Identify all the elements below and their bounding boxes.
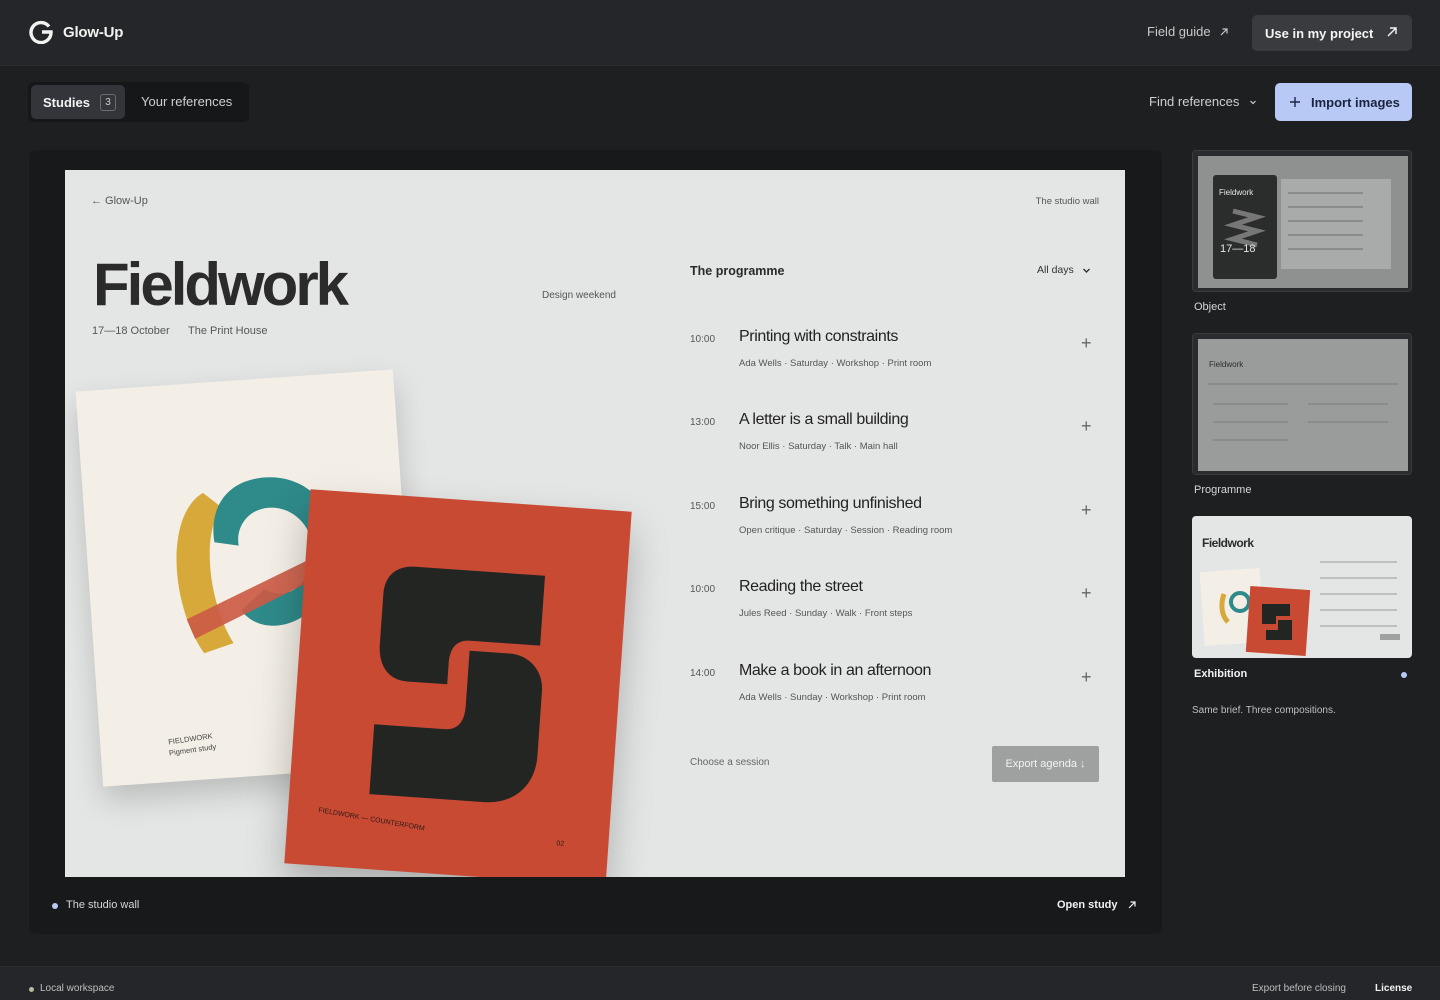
field-guide-label: Field guide — [1147, 24, 1211, 39]
session-time: 10:00 — [690, 584, 716, 595]
session-meta: Noor Ellis · Saturday · Talk · Main hall — [739, 441, 898, 452]
session-row[interactable]: 14:00 Make a book in an afternoon Ada We… — [690, 662, 1100, 724]
choose-session-hint: Choose a session — [690, 757, 770, 768]
external-link-icon — [1387, 27, 1397, 37]
session-row[interactable]: 15:00 Bring something unfinished Open cr… — [690, 495, 1100, 557]
session-meta: Open critique · Saturday · Session · Rea… — [739, 525, 953, 536]
external-link-icon — [1128, 901, 1136, 909]
active-thumbnail-dot — [1401, 672, 1407, 678]
object-thumbnail-image — [1198, 156, 1408, 288]
thumbnail-mini-dates: 17—18 — [1220, 243, 1256, 255]
session-name: Printing with constraints — [739, 328, 898, 345]
add-session-icon[interactable]: + — [1081, 668, 1092, 686]
tab-studies[interactable]: Studies 3 — [31, 85, 125, 119]
session-meta: Ada Wells · Saturday · Workshop · Print … — [739, 358, 932, 369]
import-images-label: Import images — [1311, 94, 1400, 110]
session-meta: Jules Reed · Sunday · Walk · Front steps — [739, 608, 913, 619]
plus-icon — [1290, 97, 1300, 107]
active-study-dot — [52, 903, 58, 909]
external-link-icon — [1220, 27, 1228, 35]
open-study-link[interactable]: Open study — [1057, 899, 1137, 911]
days-filter-dropdown[interactable]: All days — [1037, 264, 1091, 276]
session-time: 14:00 — [690, 668, 716, 679]
session-name: Reading the street — [739, 578, 863, 595]
session-time: 15:00 — [690, 501, 716, 512]
thumbnail-object[interactable]: Fieldwork 17—18 — [1192, 150, 1412, 292]
find-references-label: Find references — [1149, 94, 1240, 109]
thumbnails-caption: Same brief. Three compositions. — [1192, 705, 1336, 716]
thumbnail-exhibition-label: Exhibition — [1194, 668, 1248, 680]
thumbnail-mini-title: Fieldwork — [1209, 360, 1244, 369]
add-session-icon[interactable]: + — [1081, 501, 1092, 519]
session-row[interactable]: 10:00 Printing with constraints Ada Well… — [690, 328, 1100, 390]
license-link[interactable]: License — [1375, 983, 1412, 994]
study-artwork[interactable]: ← Glow-Up The studio wall Fieldwork 17—1… — [65, 170, 1125, 877]
session-time: 10:00 — [690, 334, 716, 345]
view-switcher: Studies 3 Your references — [28, 82, 249, 122]
chevron-down-icon — [1082, 268, 1090, 273]
g-logo-icon — [29, 20, 53, 44]
export-note: Export before closing — [1252, 983, 1346, 994]
find-references-dropdown[interactable]: Find references — [1149, 94, 1257, 109]
import-images-button[interactable]: Import images — [1275, 83, 1412, 121]
session-meta: Ada Wells · Sunday · Workshop · Print ro… — [739, 692, 926, 703]
studies-count-badge: 3 — [99, 93, 116, 111]
card-number: 02 — [556, 840, 565, 848]
thumbnail-programme[interactable]: Fieldwork — [1192, 333, 1412, 475]
status-footer: Local workspace Export before closing Li… — [0, 966, 1440, 1000]
counterform-artwork — [369, 566, 546, 803]
add-session-icon[interactable]: + — [1081, 584, 1092, 602]
back-link: ← Glow-Up — [91, 195, 148, 207]
event-dates: 17—18 October — [92, 325, 170, 337]
add-session-icon[interactable]: + — [1081, 334, 1092, 352]
session-name: Make a book in an afternoon — [739, 662, 932, 679]
session-name: Bring something unfinished — [739, 495, 922, 512]
studio-wall-link: The studio wall — [1035, 196, 1099, 207]
event-venue: The Print House — [188, 325, 268, 337]
chevron-down-icon — [1250, 100, 1257, 104]
field-guide-link[interactable]: Field guide — [1147, 24, 1229, 39]
programme-thumbnail-image — [1198, 339, 1408, 471]
open-study-label: Open study — [1057, 899, 1118, 911]
session-row[interactable]: 13:00 A letter is a small building Noor … — [690, 411, 1100, 473]
event-tagline: Design weekend — [542, 290, 616, 301]
top-bar: Glow-Up Field guide Use in my project — [0, 0, 1440, 66]
session-time: 13:00 — [690, 417, 716, 428]
poster-card-red: FIELDWORK — COUNTERFORM 02 — [284, 489, 632, 877]
days-filter-label: All days — [1037, 264, 1074, 276]
event-title: Fieldwork — [93, 251, 349, 318]
export-agenda-button[interactable]: Export agenda ↓ — [992, 746, 1099, 782]
tab-studies-label: Studies — [43, 94, 90, 110]
tab-your-references[interactable]: Your references — [141, 94, 232, 109]
add-session-icon[interactable]: + — [1081, 417, 1092, 435]
thumbnail-mini-title: Fieldwork — [1219, 188, 1254, 197]
brand[interactable]: Glow-Up — [29, 20, 123, 44]
session-row[interactable]: 10:00 Reading the street Jules Reed · Su… — [690, 578, 1100, 640]
thumbnail-object-label: Object — [1194, 301, 1226, 313]
app-name: Glow-Up — [63, 23, 124, 41]
use-in-project-label: Use in my project — [1265, 25, 1374, 41]
workspace-label: Local workspace — [40, 983, 115, 994]
thumbnail-mini-title: Fieldwork — [1202, 536, 1254, 550]
workspace-status-dot — [29, 987, 34, 992]
programme-title: The programme — [690, 264, 785, 278]
study-name: The studio wall — [66, 899, 140, 911]
thumbnail-exhibition[interactable]: Fieldwork — [1192, 516, 1412, 658]
thumbnail-programme-label: Programme — [1194, 484, 1252, 496]
use-in-project-button[interactable]: Use in my project — [1252, 15, 1412, 51]
session-name: A letter is a small building — [739, 411, 909, 428]
